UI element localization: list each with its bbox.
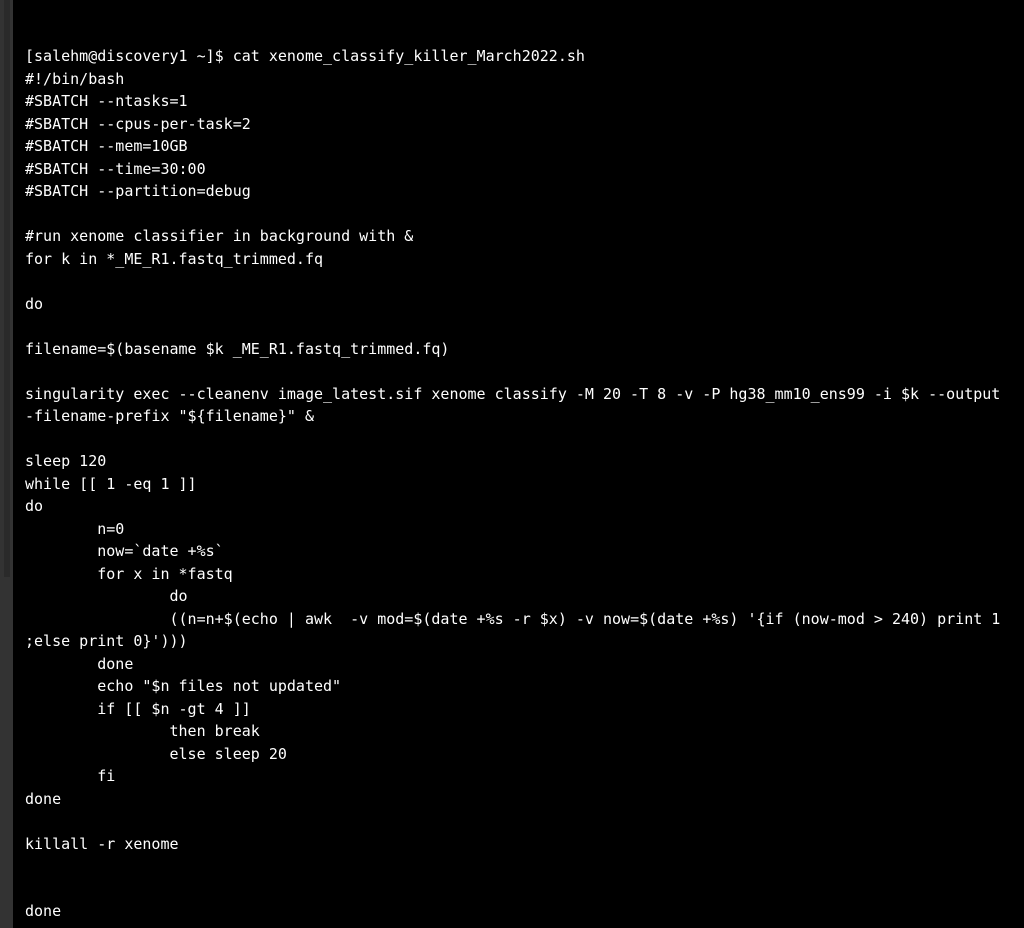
script-line: killall -r xenome bbox=[25, 833, 1016, 856]
script-line: sleep 120 bbox=[25, 450, 1016, 473]
script-line: #!/bin/bash bbox=[25, 68, 1016, 91]
script-line: for x in *fastq bbox=[25, 563, 1016, 586]
script-line: ;else print 0}'))) bbox=[25, 630, 1016, 653]
script-line: while [[ 1 -eq 1 ]] bbox=[25, 473, 1016, 496]
script-line: do bbox=[25, 585, 1016, 608]
script-line: done bbox=[25, 900, 1016, 923]
script-line bbox=[25, 315, 1016, 338]
script-line bbox=[25, 270, 1016, 293]
left-gutter bbox=[0, 0, 13, 928]
script-line bbox=[25, 878, 1016, 901]
script-line: do bbox=[25, 293, 1016, 316]
script-line: #SBATCH --time=30:00 bbox=[25, 158, 1016, 181]
prompt-line-1: [salehm@discovery1 ~]$ bbox=[25, 47, 233, 65]
script-line: #SBATCH --partition=debug bbox=[25, 180, 1016, 203]
script-line: -filename-prefix "${filename}" & bbox=[25, 405, 1016, 428]
script-line: #SBATCH --mem=10GB bbox=[25, 135, 1016, 158]
script-line: if [[ $n -gt 4 ]] bbox=[25, 698, 1016, 721]
script-line: ((n=n+$(echo | awk -v mod=$(date +%s -r … bbox=[25, 608, 1016, 631]
script-line: now=`date +%s` bbox=[25, 540, 1016, 563]
terminal-pane[interactable]: [salehm@discovery1 ~]$ cat xenome_classi… bbox=[13, 0, 1016, 928]
script-line: do bbox=[25, 495, 1016, 518]
script-line: for k in *_ME_R1.fastq_trimmed.fq bbox=[25, 248, 1016, 271]
script-line: done bbox=[25, 653, 1016, 676]
terminal-output: [salehm@discovery1 ~]$ cat xenome_classi… bbox=[25, 45, 1016, 928]
script-line: n=0 bbox=[25, 518, 1016, 541]
script-line bbox=[25, 923, 1016, 928]
script-line: fi bbox=[25, 765, 1016, 788]
script-line: singularity exec --cleanenv image_latest… bbox=[25, 383, 1016, 406]
script-line: done bbox=[25, 788, 1016, 811]
script-line: then break bbox=[25, 720, 1016, 743]
script-line bbox=[25, 203, 1016, 226]
script-line bbox=[25, 360, 1016, 383]
script-line: else sleep 20 bbox=[25, 743, 1016, 766]
script-line: #SBATCH --ntasks=1 bbox=[25, 90, 1016, 113]
script-line: filename=$(basename $k _ME_R1.fastq_trim… bbox=[25, 338, 1016, 361]
command-cat: cat xenome_classify_killer_March2022.sh bbox=[233, 47, 585, 65]
right-gutter bbox=[1016, 0, 1024, 928]
script-line: #run xenome classifier in background wit… bbox=[25, 225, 1016, 248]
script-line: #SBATCH --cpus-per-task=2 bbox=[25, 113, 1016, 136]
script-line: echo "$n files not updated" bbox=[25, 675, 1016, 698]
script-line bbox=[25, 428, 1016, 451]
script-line bbox=[25, 810, 1016, 833]
script-line bbox=[25, 855, 1016, 878]
